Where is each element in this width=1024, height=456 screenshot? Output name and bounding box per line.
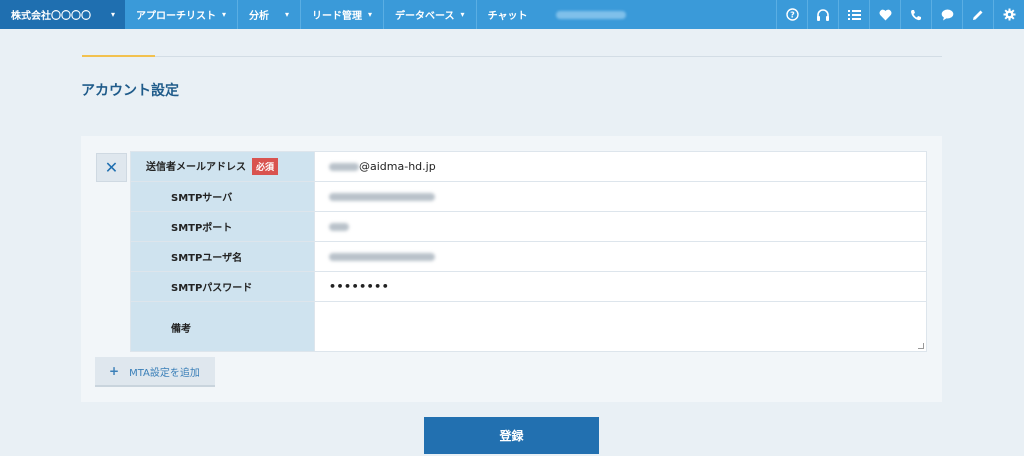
heart-icon[interactable] [869,0,900,29]
field-label: 送信者メールアドレス 必須 [130,151,315,182]
remove-mta-button[interactable]: ✕ [96,153,127,182]
required-badge: 必須 [252,158,279,176]
field-label: SMTPサーバ [130,181,315,212]
password-mask: •••••••• [329,280,390,293]
form-row-smtp-port: SMTPポート [130,211,927,242]
toolbar-icons: ? [776,0,1024,29]
redacted-text [329,223,349,231]
form-row-sender-email: 送信者メールアドレス 必須 @aidma-hd.jp [130,151,927,182]
nav-chat[interactable]: チャット [477,0,539,29]
nav-label: 分析 [249,11,270,22]
nav-database[interactable]: データベース ▾ [384,0,477,29]
chevron-down-icon: ▾ [460,10,465,19]
smtp-password-field[interactable]: •••••••• [314,271,927,302]
company-name: 株式会社〇〇〇〇 [11,11,91,22]
resize-handle[interactable] [918,343,924,349]
redacted-text [329,193,435,201]
nav-redacted-item [556,10,627,19]
sender-email-field[interactable]: @aidma-hd.jp [314,151,927,182]
form-row-memo: 備考 [130,301,927,352]
chat-bubble-icon[interactable] [931,0,962,29]
smtp-user-field[interactable] [314,241,927,272]
help-icon[interactable]: ? [776,0,807,29]
close-icon: ✕ [104,158,119,177]
nav-label: データベース [395,11,455,22]
top-navigation-bar: 株式会社〇〇〇〇 ▾ アプローチリスト ▾ 分析 ▾ リード管理 ▾ データベース ▾ … [0,0,1024,29]
mta-settings-panel: ✕ 送信者メールアドレス 必須 @aidma-hd.jp SMTPサーバ SMTP… [81,136,942,402]
smtp-port-field[interactable] [314,211,927,242]
redacted-text [329,253,435,261]
smtp-server-field[interactable] [314,181,927,212]
field-label: SMTPパスワード [130,271,315,302]
pencil-icon[interactable] [962,0,993,29]
nav-approach-list[interactable]: アプローチリスト ▾ [125,0,239,29]
page-title: アカウント設定 [81,83,179,99]
header-divider [82,55,942,57]
nav-label: リード管理 [312,11,363,22]
register-label: 登録 [499,429,524,443]
email-domain: @aidma-hd.jp [359,160,436,173]
add-mta-label: MTA設定を追加 [129,367,200,379]
label-text: 送信者メールアドレス [146,161,246,173]
chevron-down-icon: ▾ [222,10,227,19]
field-label: 備考 [130,301,315,352]
add-mta-button[interactable]: + MTA設定を追加 [95,357,215,387]
memo-textarea[interactable] [314,301,927,352]
phone-icon[interactable] [900,0,931,29]
nav-lead-management[interactable]: リード管理 ▾ [301,0,385,29]
nav-label: チャット [487,11,528,22]
field-label: SMTPポート [130,211,315,242]
form-row-smtp-user: SMTPユーザ名 [130,241,927,272]
gear-icon[interactable] [993,0,1024,29]
mta-form: 送信者メールアドレス 必須 @aidma-hd.jp SMTPサーバ SMTPポー… [130,151,927,352]
company-selector[interactable]: 株式会社〇〇〇〇 ▾ [0,0,125,29]
form-row-smtp-password: SMTPパスワード •••••••• [130,271,927,302]
register-button[interactable]: 登録 [424,417,599,454]
chevron-down-icon: ▾ [368,10,373,19]
headset-icon[interactable] [807,0,838,29]
chevron-down-icon: ▾ [285,10,290,19]
plus-icon: + [109,364,120,378]
field-label: SMTPユーザ名 [130,241,315,272]
nav-label: アプローチリスト [136,11,216,22]
list-icon[interactable] [838,0,869,29]
svg-text:?: ? [790,11,795,20]
form-row-smtp-server: SMTPサーバ [130,181,927,212]
nav-analysis[interactable]: 分析 ▾ [238,0,302,29]
chevron-down-icon: ▾ [110,10,115,19]
redacted-text [329,163,359,171]
